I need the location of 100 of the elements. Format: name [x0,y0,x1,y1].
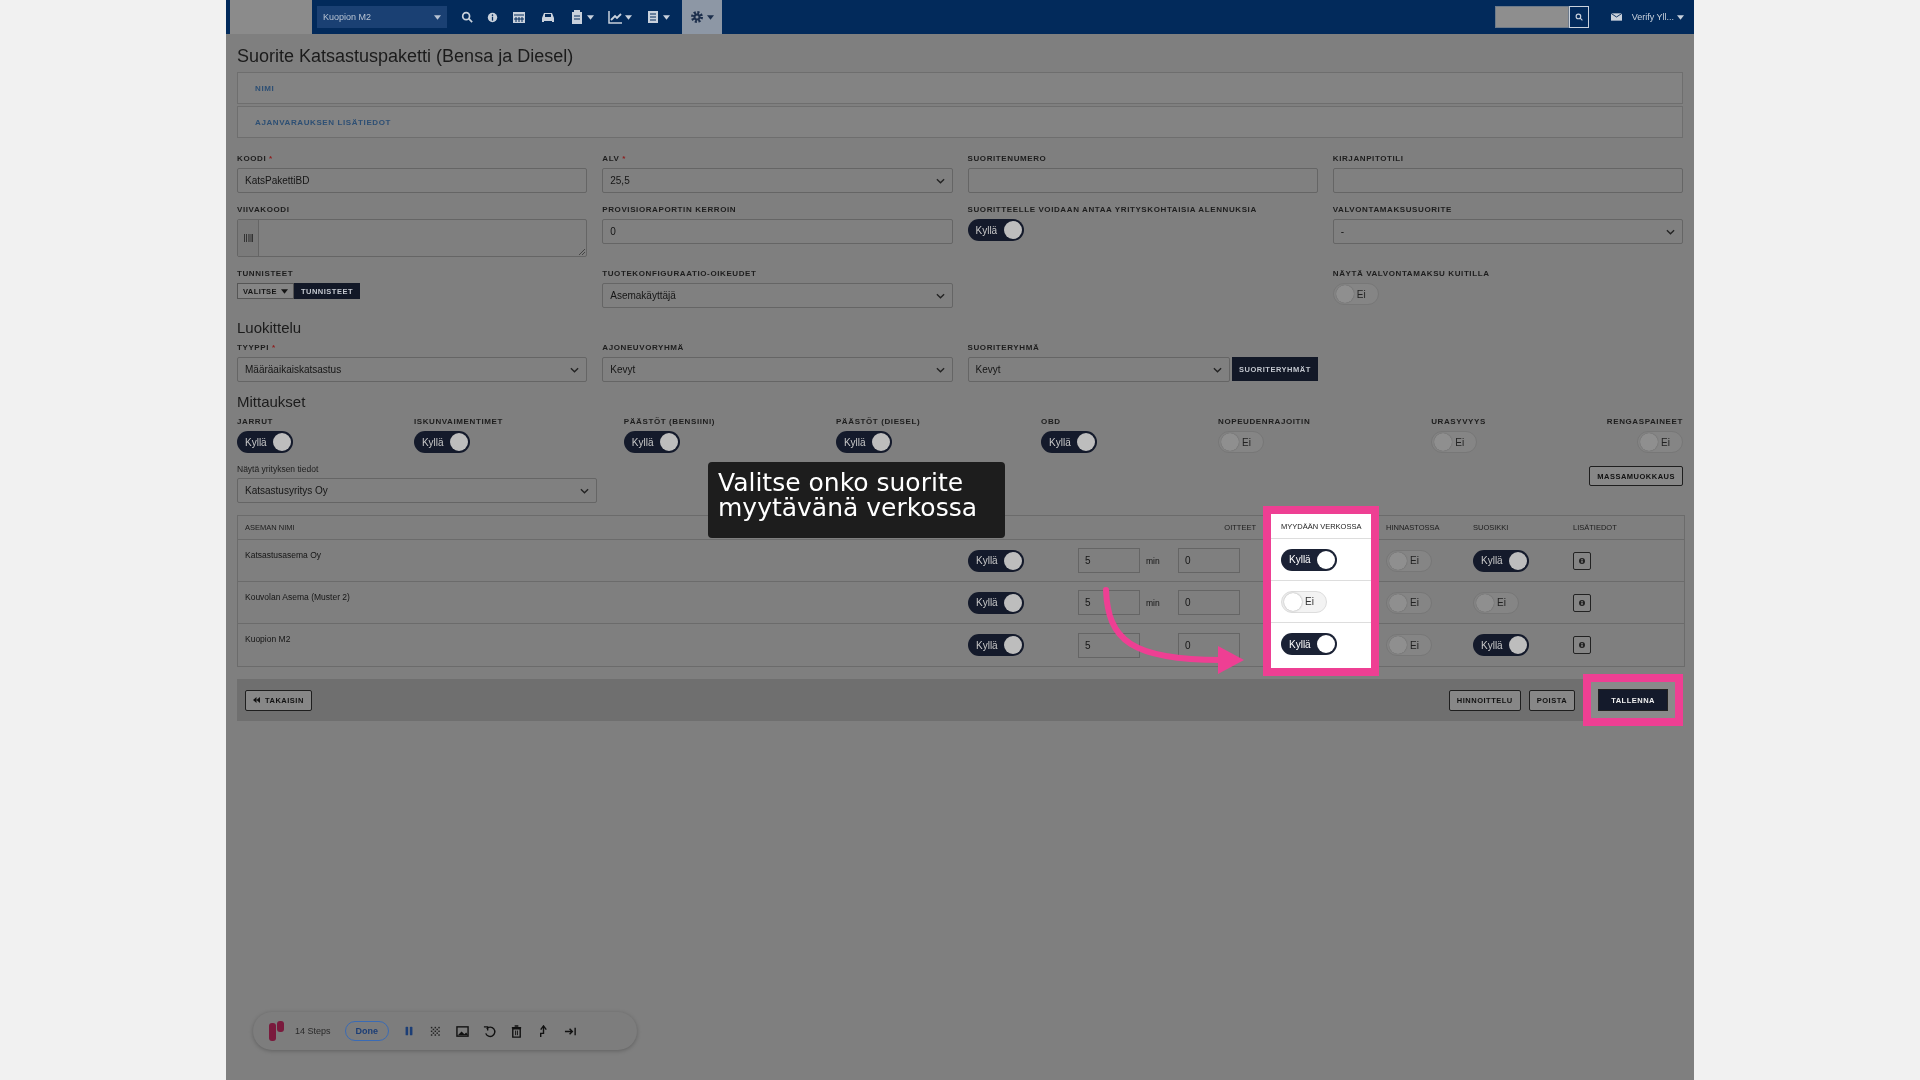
text-field[interactable]: KatsPakettiBD [237,168,588,193]
chevron-icon [935,366,945,373]
calendar-icon[interactable] [512,10,526,24]
dropdown[interactable]: 25,5 [602,168,953,193]
field-label: TUNNISTEET [237,269,295,279]
number-field[interactable]: 5 [1078,548,1140,573]
field-label: AJONEUVORYHMÄ [602,343,685,353]
toggle-switch[interactable]: Kyllä [1473,634,1529,656]
location-dropdown[interactable]: Kuopion M2 [317,6,447,28]
dropdown[interactable]: Määräaikaiskatsastus [237,357,588,382]
search-button[interactable] [1568,6,1589,28]
blur-icon[interactable] [429,1024,443,1038]
dropdown[interactable]: Kevyt [602,357,953,382]
field-label: PÄÄSTÖT (DIESEL) [835,417,921,427]
info-button[interactable] [1573,636,1591,654]
unit-label: min [1146,555,1160,566]
number-field[interactable]: 0 [1178,590,1240,615]
field-label: RENGASPAINEET [1606,417,1683,427]
toggle-switch[interactable]: Ei [1281,590,1327,613]
number-field[interactable]: 5 [1078,632,1140,658]
toggle-switch[interactable]: Kyllä [967,219,1024,241]
caret-icon [707,14,714,20]
field-label: Näytä yrityksen tiedot [237,464,320,474]
image-icon[interactable] [456,1024,470,1038]
dropdown[interactable]: Katsastusyritys Oy [237,478,597,503]
field-label: ISKUNVAIMENTIMET [413,417,503,427]
text-field[interactable] [967,168,1318,193]
toggle-switch[interactable]: Ei [1636,431,1683,453]
settings-icon[interactable] [690,10,704,24]
car-icon[interactable] [540,10,556,24]
toggle-switch[interactable]: Kyllä [1473,549,1529,572]
info-icon [1579,599,1585,606]
station-name: Kouvolan Asema (Muster 2) [245,592,350,602]
chart-icon[interactable] [608,10,622,24]
field-label: NOPEUDENRAJOITIN [1218,417,1311,427]
mail-icon[interactable] [1610,12,1622,22]
toggle-switch[interactable]: Ei [1473,591,1519,614]
dropdown[interactable]: - [1332,219,1683,244]
clipboard-icon[interactable] [570,10,584,24]
field-label: VALVONTAMAKSUSUORITE [1332,205,1453,215]
info-icon[interactable] [487,11,498,23]
resize-grip-icon [579,249,586,255]
search-icon[interactable] [461,11,473,23]
dropdown[interactable]: Asemakäyttäjä [602,283,953,308]
field-label: PÄÄSTÖT (BENSIINI) [623,417,716,427]
toggle-switch[interactable]: Ei [1386,591,1432,614]
field-label: KOODI * [237,154,274,164]
station-name: Katsastusasema Oy [245,550,322,560]
toggle-switch[interactable]: Kyllä [623,431,680,453]
chevron-icon [570,366,580,373]
toggle-switch[interactable]: Ei [1218,431,1264,453]
toggle-switch[interactable]: Kyllä [1281,548,1337,571]
document-icon[interactable] [646,10,660,24]
toggle-switch[interactable]: Kyllä [237,431,293,453]
chevron-icon [580,487,589,494]
section-heading: Luokittelu [237,318,303,338]
text-field[interactable]: 0 [602,219,953,244]
undo-icon[interactable] [483,1024,497,1038]
toggle-switch[interactable]: Kyllä [835,431,892,453]
toggle-switch[interactable]: Ei [1386,549,1432,572]
field-label: VIIVAKOODI [237,205,291,215]
text-field[interactable] [1332,168,1683,193]
toggle-switch[interactable]: Kyllä [1281,633,1337,655]
caret-icon [587,14,594,20]
field-label: ALV * [602,154,627,164]
info-icon [1579,642,1585,648]
search-icon [1574,13,1583,21]
toggle-switch[interactable]: Kyllä [968,549,1024,572]
caret-icon [625,14,632,20]
toggle-switch[interactable]: Kyllä [968,634,1024,656]
toggle-switch[interactable]: Kyllä [413,431,470,453]
chevron-icon [935,177,945,184]
toggle-switch[interactable]: Ei [1386,634,1432,656]
dropdown[interactable]: Kevyt [967,357,1231,382]
field-label: NÄYTÄ VALVONTAMAKSU KUITILLA [1332,269,1491,279]
number-field[interactable]: 5 [1078,590,1140,615]
toggle-switch[interactable]: Kyllä [1041,431,1098,453]
toggle-switch[interactable]: Ei [1431,431,1478,453]
info-icon [1579,557,1585,564]
user-menu[interactable]: Verify Yll... [1631,12,1674,22]
step-count: 14 Steps [295,1026,331,1036]
field-label: SUORITTEELLE VOIDAAN ANTAA YRITYSKOHTAISIA ALENNUKSIA [967,205,1258,215]
toggle-switch[interactable]: Ei [1332,283,1379,305]
app-logo-icon[interactable] [269,1021,285,1041]
search-field[interactable] [1494,6,1569,28]
info-button[interactable] [1573,593,1591,612]
field-label: TUOTEKONFIGURAATIO-OIKEUDET [602,269,758,279]
field-label: PROVISIORAPORTIN KERROIN [602,205,738,215]
double-chevron-icon [253,697,260,703]
info-button[interactable] [1573,551,1591,570]
toggle-switch[interactable]: Kyllä [968,591,1024,614]
field-label: JARRUT [237,417,274,427]
field-label: TYYPPI * [237,343,277,353]
station-name: Kuopion M2 [245,634,291,644]
caret-icon [434,14,441,20]
trash-icon[interactable] [510,1024,524,1038]
tutorial-tooltip: Valitse onko suorite myytävänä verkossa [708,462,1005,538]
section-heading: Mittaukset [237,392,307,412]
field-label: SUORITENUMERO [967,154,1048,164]
number-field[interactable]: 0 [1178,548,1240,573]
